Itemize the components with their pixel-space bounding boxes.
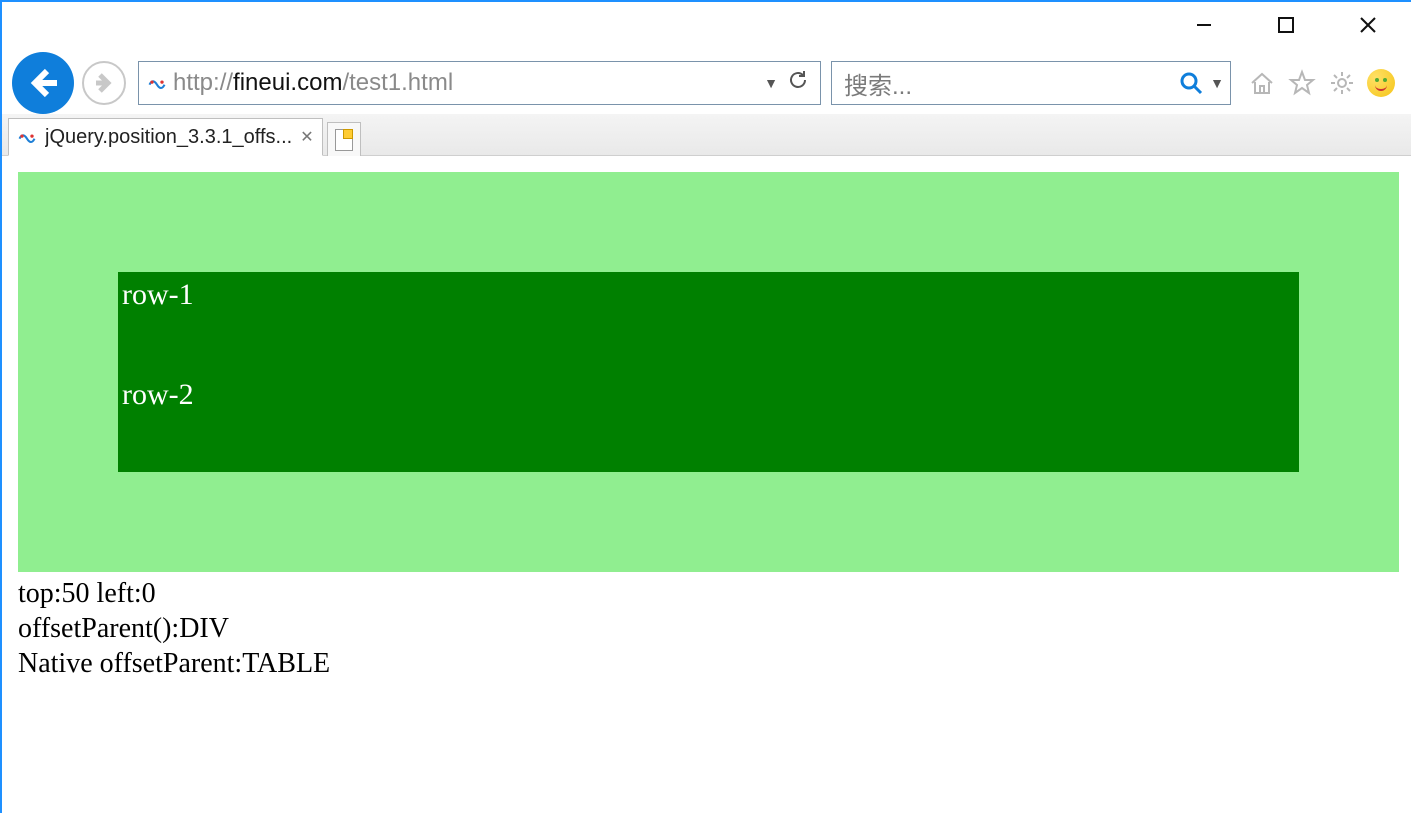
url-text: http://fineui.com/test1.html — [173, 69, 758, 97]
tab-close-icon[interactable]: ✕ — [300, 127, 313, 147]
search-icon[interactable] — [1178, 70, 1204, 96]
table-row: row-2 — [118, 372, 1299, 472]
tab-active[interactable]: jQuery.position_3.3.1_offs... ✕ — [8, 118, 323, 156]
favorites-icon[interactable] — [1287, 68, 1317, 98]
row-2-label: row-2 — [122, 378, 194, 412]
inner-darkgreen-table: row-1 row-2 — [118, 272, 1299, 472]
search-box[interactable]: 搜索... ▼ — [831, 61, 1231, 105]
maximize-button[interactable] — [1245, 4, 1327, 46]
search-dropdown-icon[interactable]: ▼ — [1210, 75, 1224, 91]
settings-icon[interactable] — [1327, 68, 1357, 98]
minimize-button[interactable] — [1163, 4, 1245, 46]
url-protocol: http:// — [173, 69, 233, 97]
tab-title: jQuery.position_3.3.1_offs... — [45, 126, 292, 149]
new-tab-icon — [335, 129, 353, 151]
window-titlebar — [2, 2, 1411, 52]
address-bar[interactable]: http://fineui.com/test1.html ▼ — [138, 61, 821, 105]
forward-button[interactable] — [82, 61, 126, 105]
site-icon — [147, 73, 167, 93]
output-line-2: offsetParent():DIV — [18, 611, 1399, 646]
new-tab-button[interactable] — [327, 122, 361, 156]
close-button[interactable] — [1327, 4, 1409, 46]
table-row: row-1 — [118, 272, 1299, 372]
output-line-1: top:50 left:0 — [18, 576, 1399, 611]
row-1-label: row-1 — [122, 278, 194, 312]
output-line-3: Native offsetParent:TABLE — [18, 646, 1399, 681]
outer-lightgreen-box: row-1 row-2 — [18, 172, 1399, 572]
browser-toolbar: http://fineui.com/test1.html ▼ 搜索... ▼ — [2, 52, 1411, 114]
url-dropdown-icon[interactable]: ▼ — [764, 75, 778, 91]
url-path: /test1.html — [342, 69, 453, 97]
search-placeholder: 搜索... — [844, 66, 1178, 101]
tab-favicon-icon — [17, 127, 37, 147]
address-controls: ▼ — [764, 68, 816, 99]
feedback-smiley-icon[interactable] — [1367, 69, 1395, 97]
refresh-button[interactable] — [786, 68, 810, 99]
tab-strip: jQuery.position_3.3.1_offs... ✕ — [2, 114, 1411, 156]
url-host: fineui.com — [233, 69, 342, 97]
window-controls — [1163, 4, 1409, 46]
home-icon[interactable] — [1247, 68, 1277, 98]
output-text: top:50 left:0 offsetParent():DIV Native … — [18, 576, 1399, 681]
page-content: row-1 row-2 top:50 left:0 offsetParent()… — [2, 156, 1411, 681]
toolbar-icons — [1237, 68, 1401, 98]
back-button[interactable] — [12, 52, 74, 114]
